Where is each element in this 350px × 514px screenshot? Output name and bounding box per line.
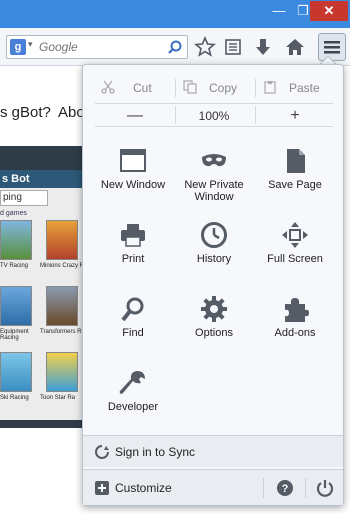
full-screen-button[interactable]: Full Screen — [253, 215, 337, 285]
sign-in-sync-button[interactable]: Sign in to Sync — [83, 435, 343, 467]
title-bar: — ❐ ✕ — [0, 0, 350, 28]
game-tile-caption: Transformers R — [40, 329, 82, 335]
new-window-icon — [120, 149, 146, 172]
save-page-button[interactable]: Save Page — [253, 141, 337, 211]
divider — [255, 79, 256, 97]
developer-button[interactable]: Developer — [91, 363, 175, 433]
page-heading-fragment: s gBot? — [0, 104, 51, 121]
hamburger-icon — [324, 41, 340, 54]
divider — [305, 478, 306, 498]
paste-icon — [264, 81, 276, 94]
printer-icon — [121, 224, 145, 247]
copy-button[interactable]: Copy — [209, 77, 237, 99]
bookmarks-list-icon[interactable] — [222, 36, 244, 58]
tool-label: New Window — [100, 179, 166, 191]
tool-label: History — [196, 253, 232, 265]
tool-label: Developer — [107, 401, 159, 413]
game-tile — [46, 352, 78, 392]
new-private-window-button[interactable]: New Private Window — [172, 141, 256, 211]
help-icon[interactable]: ? — [273, 476, 297, 500]
magnifier-icon — [121, 297, 144, 322]
tool-label: Print — [121, 253, 145, 265]
game-tile — [0, 220, 32, 260]
divider — [175, 106, 176, 124]
games-panel-section: d games — [0, 210, 27, 217]
plus-square-icon — [95, 481, 109, 495]
tool-label: Full Screen — [267, 253, 323, 265]
paste-button[interactable]: Paste — [289, 77, 320, 99]
game-tile-caption: Toon Star Ra — [40, 395, 76, 401]
zoom-in-button[interactable]: + — [275, 105, 315, 127]
print-button[interactable]: Print — [91, 215, 175, 285]
page-blank-area — [0, 428, 84, 514]
cut-button[interactable]: Cut — [133, 77, 152, 99]
page-link-fragment[interactable]: Abo — [58, 104, 85, 121]
downloads-icon[interactable] — [252, 36, 274, 58]
divider — [175, 79, 176, 97]
game-tile — [46, 286, 78, 326]
svg-text:?: ? — [282, 483, 289, 495]
zoom-out-button[interactable]: — — [115, 105, 155, 127]
app-menu-panel: Cut Copy Paste — 100% + New Window New P… — [82, 64, 344, 506]
edit-controls-row: Cut Copy Paste — [95, 77, 333, 99]
home-icon[interactable] — [284, 36, 306, 58]
divider — [263, 478, 264, 498]
power-icon[interactable] — [313, 476, 337, 500]
history-button[interactable]: History — [172, 215, 256, 285]
search-input[interactable] — [39, 37, 167, 57]
find-button[interactable]: Find — [91, 289, 175, 359]
zoom-reset-button[interactable]: 100% — [193, 105, 235, 127]
customize-button[interactable]: Customize — [83, 470, 253, 506]
zoom-controls-row: — 100% + — [95, 103, 333, 127]
options-button[interactable]: Options — [172, 289, 256, 359]
browser-window: — ❐ ✕ g ▾ Google s gBot? Abo s Bot ping … — [0, 0, 350, 514]
game-tile-caption: Equipment Racing — [0, 329, 29, 341]
engine-dropdown-icon[interactable]: ▾ — [28, 39, 33, 50]
search-box[interactable]: g ▾ — [6, 35, 188, 59]
game-tile — [0, 286, 32, 326]
google-engine-icon[interactable]: g — [10, 39, 26, 55]
game-tile-caption: Ski Racing — [0, 395, 29, 401]
save-page-icon — [287, 149, 305, 173]
search-icon[interactable] — [167, 39, 183, 55]
game-tile — [0, 352, 32, 392]
clock-icon — [201, 222, 227, 248]
sync-icon — [95, 445, 109, 459]
add-ons-button[interactable]: Add-ons — [253, 289, 337, 359]
customize-label: Customize — [115, 481, 172, 495]
tool-label: Save Page — [268, 179, 322, 191]
fullscreen-icon — [282, 222, 308, 248]
tool-label: Add-ons — [274, 327, 316, 339]
minimize-button[interactable]: — — [266, 1, 292, 21]
new-window-button[interactable]: New Window — [91, 141, 175, 211]
games-panel-search: ping — [0, 190, 48, 206]
game-tile-caption: Minions Crazy R — [40, 263, 85, 269]
nav-bar: g ▾ — [0, 28, 350, 66]
scissors-icon — [101, 80, 115, 94]
game-tile-caption: TV Racing — [0, 263, 29, 269]
wrench-icon — [119, 371, 145, 394]
copy-icon — [183, 80, 197, 94]
menu-button[interactable] — [318, 33, 346, 61]
puzzle-icon — [285, 298, 309, 322]
sync-label: Sign in to Sync — [115, 445, 196, 459]
tool-label: Options — [195, 327, 233, 339]
tool-label: New Private Window — [184, 179, 244, 203]
divider — [255, 106, 256, 124]
bookmark-star-icon[interactable] — [194, 36, 216, 58]
customize-bar: Customize ? — [83, 469, 343, 505]
close-button[interactable]: ✕ — [310, 1, 348, 21]
tool-label: Find — [122, 327, 144, 339]
game-tile — [46, 220, 78, 260]
games-panel: s Bot ping d games TV Racing Minions Cra… — [0, 170, 84, 420]
private-mask-icon — [202, 154, 226, 167]
gear-icon — [201, 296, 227, 322]
games-panel-title: s Bot — [0, 170, 84, 188]
